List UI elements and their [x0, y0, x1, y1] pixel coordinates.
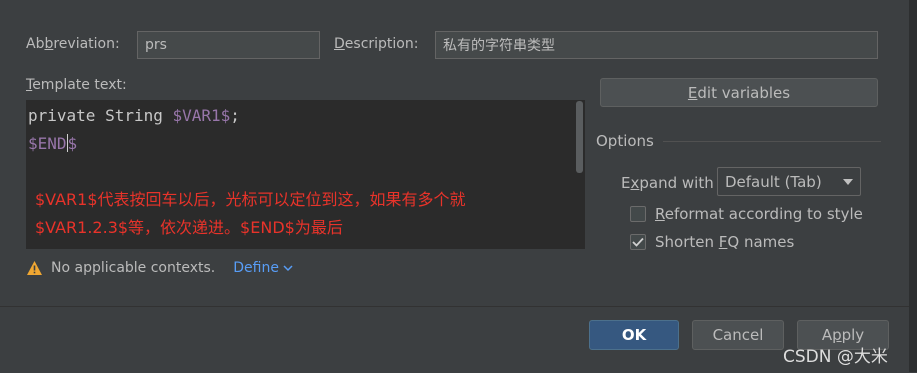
chevron-down-icon [283, 264, 293, 272]
ok-button[interactable]: OK [589, 320, 679, 350]
expand-with-suffix: pand with [639, 174, 714, 192]
contexts-row: No applicable contexts. Define [26, 260, 293, 276]
code-end-variable: $END [28, 134, 67, 153]
shorten-fq-prefix: Shorten [655, 233, 719, 251]
editor-scrollbar[interactable] [576, 101, 583, 173]
expand-with-select[interactable]: Default (Tab) [717, 167, 861, 196]
reformat-option[interactable]: Reformat according to style [630, 205, 863, 223]
shorten-fq-suffix: Q names [727, 233, 795, 251]
reformat-checkbox[interactable] [630, 206, 646, 222]
code-keyword: private String [28, 106, 173, 125]
code-line-2: $END$ [28, 130, 77, 158]
define-link[interactable]: Define [233, 260, 293, 276]
edit-variables-mnemonic: E [687, 83, 698, 102]
code-variable: $VAR1$ [172, 106, 231, 125]
cancel-button[interactable]: Cancel [692, 320, 784, 350]
shorten-fq-label: Shorten FQ names [655, 233, 794, 251]
dropdown-arrow-icon [843, 178, 853, 185]
shorten-fq-option[interactable]: Shorten FQ names [630, 233, 794, 251]
edit-variables-label: dit variables [697, 83, 791, 102]
annotation-line-2: $VAR1.2.3$等，依次递进。$END$为最后 [35, 218, 343, 237]
options-separator [663, 141, 881, 142]
abbreviation-label: Abbreviation: [26, 36, 120, 52]
warning-icon [26, 260, 43, 276]
abbreviation-label-prefix: Ab [26, 36, 45, 52]
code-end-dollar: $ [67, 134, 78, 153]
code-line-1: private String $VAR1$; [28, 102, 240, 130]
expand-with-value: Default (Tab) [725, 172, 822, 191]
template-text-label: Template text: [26, 77, 127, 93]
edit-variables-button[interactable]: Edit variables [600, 78, 878, 107]
options-title: Options [596, 132, 654, 150]
description-input[interactable]: 私有的字符串类型 [435, 31, 878, 59]
no-contexts-text: No applicable contexts. [51, 260, 216, 276]
shorten-fq-checkbox[interactable] [630, 234, 646, 250]
description-label-mnemonic: D [334, 36, 345, 52]
watermark-text: CSDN @大米 [783, 347, 888, 367]
reformat-suffix: eformat according to style [664, 205, 863, 223]
reformat-label: Reformat according to style [655, 205, 863, 223]
description-label-suffix: escription: [344, 36, 419, 52]
abbreviation-label-suffix: reviation: [53, 36, 120, 52]
description-label: Description: [334, 36, 418, 52]
expand-with-label: Expand with [621, 174, 714, 192]
abbreviation-input[interactable]: prs [137, 31, 320, 59]
window-edge [909, 0, 917, 372]
template-text-label-suffix: emplate text: [32, 77, 127, 93]
template-editor[interactable]: private String $VAR1$; $END$ $VAR1$代表按回车… [26, 100, 585, 249]
reformat-mnemonic: R [655, 205, 665, 223]
define-link-label: Define [233, 260, 279, 276]
annotation-line-1: $VAR1$代表按回车以后，光标可以定位到这，如果有多个就 [35, 190, 466, 209]
checkmark-icon [632, 237, 644, 247]
code-semicolon: ; [230, 106, 240, 125]
